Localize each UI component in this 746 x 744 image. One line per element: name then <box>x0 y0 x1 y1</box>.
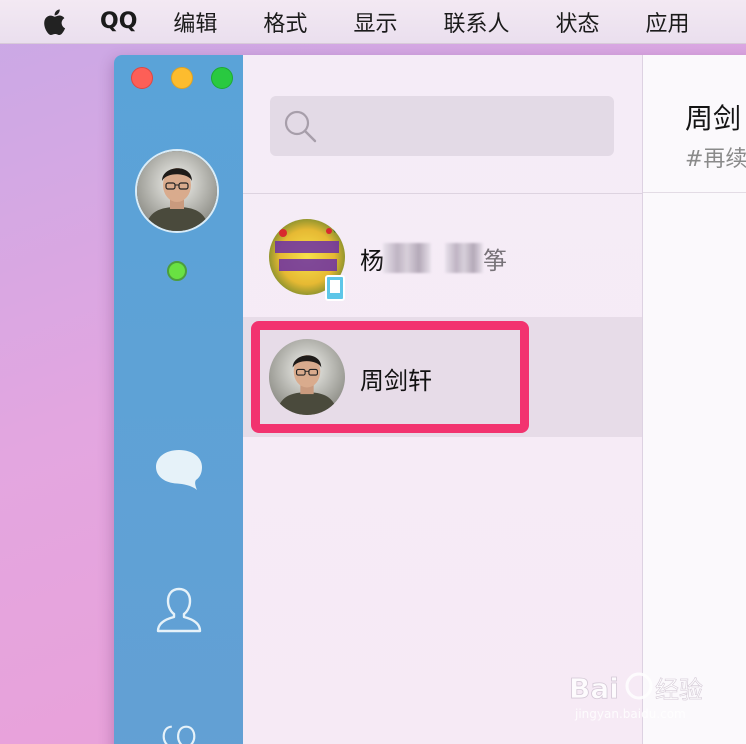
close-button[interactable] <box>131 67 153 89</box>
contact-list-pane: 杨 筝 周剑轩 <box>243 55 643 744</box>
chat-header: 周剑 #再续 <box>643 55 746 193</box>
online-status-icon[interactable] <box>167 261 187 281</box>
menu-contacts[interactable]: 联系人 <box>443 6 509 38</box>
chat-title: 周剑 <box>685 102 742 135</box>
contact-item[interactable]: 杨 筝 <box>243 197 642 317</box>
redacted-block <box>383 243 431 273</box>
chat-signature: #再续 <box>685 147 746 172</box>
search-input[interactable] <box>324 106 598 148</box>
search-box[interactable] <box>270 96 614 156</box>
baidu-jingyan-watermark: Bai 经验 jingyan.baidu.com <box>565 662 715 722</box>
contact-name: 杨 <box>360 247 384 275</box>
qq-window: 杨 筝 周剑轩 周剑 #再续 <box>114 55 746 744</box>
groups-icon[interactable] <box>152 715 206 744</box>
svg-text:jingyan.baidu.com: jingyan.baidu.com <box>574 707 686 721</box>
search-icon <box>284 110 317 143</box>
svg-text:Bai: Bai <box>569 672 619 705</box>
menu-bar: QQ 编辑 格式 显示 联系人 状态 应用 <box>0 0 746 44</box>
mobile-device-icon <box>325 275 345 301</box>
chat-pane: 周剑 #再续 <box>643 55 746 744</box>
highlight-annotation <box>251 321 529 433</box>
contact-name-tail: 筝 <box>483 247 507 275</box>
menu-edit[interactable]: 编辑 <box>173 6 217 38</box>
minimize-button[interactable] <box>171 67 193 89</box>
apple-icon[interactable] <box>38 4 74 40</box>
contacts-icon[interactable] <box>152 583 206 637</box>
menu-apps[interactable]: 应用 <box>645 6 689 38</box>
sidebar <box>114 55 243 744</box>
divider <box>243 193 642 194</box>
menu-view[interactable]: 显示 <box>353 6 397 38</box>
chat-bubble-icon[interactable] <box>152 443 206 497</box>
svg-text:经验: 经验 <box>655 676 703 704</box>
zoom-button[interactable] <box>211 67 233 89</box>
menu-app-name[interactable]: QQ <box>100 9 137 34</box>
redacted-block <box>445 243 483 273</box>
menu-format[interactable]: 格式 <box>263 6 307 38</box>
menu-status[interactable]: 状态 <box>555 6 599 38</box>
my-avatar[interactable] <box>135 149 219 233</box>
